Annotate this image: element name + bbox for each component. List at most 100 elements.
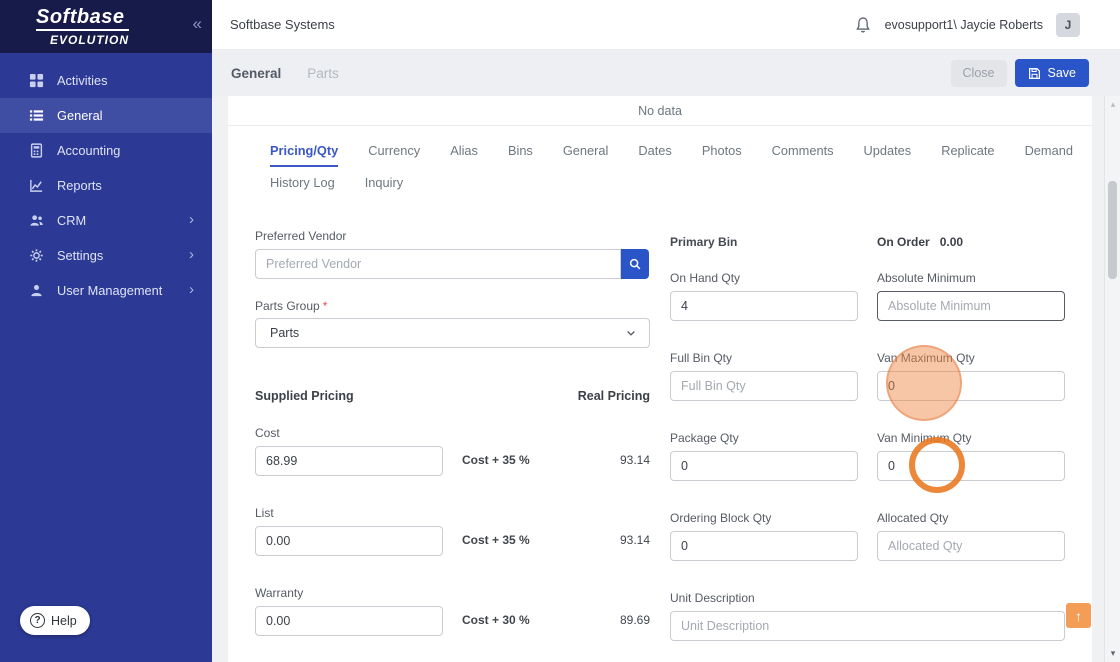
sidebar-item-activities[interactable]: Activities <box>0 63 212 98</box>
list-icon <box>28 108 44 124</box>
tab-history-log[interactable]: History Log <box>270 175 335 197</box>
scroll-to-top-button[interactable]: ↑ <box>1066 603 1091 628</box>
scrollbar-thumb[interactable] <box>1108 181 1117 279</box>
grid-icon <box>28 73 44 89</box>
allocated-qty-label: Allocated Qty <box>877 511 949 525</box>
warranty-real-value: 89.69 <box>619 613 650 627</box>
tab-comments[interactable]: Comments <box>772 143 834 167</box>
help-icon: ? <box>30 613 45 628</box>
sidebar-item-label: CRM <box>57 213 87 228</box>
sidebar-collapse-icon[interactable]: « <box>193 14 202 34</box>
logo-text-evolution: EVOLUTION <box>50 32 130 47</box>
sidebar-item-label: Accounting <box>57 143 121 158</box>
preferred-vendor-input[interactable] <box>255 249 621 279</box>
sidebar-item-label: User Management <box>57 283 163 298</box>
list-formula: Cost + 35 % <box>462 533 530 547</box>
detail-tabs-row1: Pricing/Qty Currency Alias Bins General … <box>270 143 1073 167</box>
window-tab-bar: General Parts Close Save <box>212 50 1120 96</box>
detail-tabs-row2: History Log Inquiry <box>270 175 403 197</box>
van-minimum-qty-input[interactable] <box>877 451 1065 481</box>
tab-replicate[interactable]: Replicate <box>941 143 994 167</box>
vendor-search-button[interactable] <box>621 249 649 279</box>
sidebar-item-accounting[interactable]: Accounting <box>0 133 212 168</box>
close-button[interactable]: Close <box>950 59 1007 87</box>
sidebar: Softbase EVOLUTION « Activities General <box>0 0 212 662</box>
tab-pricing-qty[interactable]: Pricing/Qty <box>270 143 339 167</box>
list-input[interactable] <box>255 526 443 556</box>
cost-formula: Cost + 35 % <box>462 453 530 467</box>
scrollbar-down-icon[interactable]: ▾ <box>1105 648 1120 659</box>
warranty-input[interactable] <box>255 606 443 636</box>
real-pricing-header: Real Pricing <box>577 389 650 403</box>
no-data-text: No data <box>638 103 682 118</box>
tab-inquiry[interactable]: Inquiry <box>365 175 403 197</box>
tab-dates[interactable]: Dates <box>638 143 671 167</box>
avatar[interactable]: J <box>1056 12 1080 37</box>
tab-demand[interactable]: Demand <box>1025 143 1073 167</box>
tab-parts[interactable]: Parts <box>307 66 339 81</box>
no-data-row: No data <box>228 96 1092 126</box>
sidebar-item-label: Reports <box>57 178 102 193</box>
logo: Softbase EVOLUTION « <box>0 0 212 53</box>
sidebar-menu: Activities General Accounting Reports CR… <box>0 63 212 308</box>
cost-input[interactable] <box>255 446 443 476</box>
tab-currency[interactable]: Currency <box>368 143 420 167</box>
sidebar-item-reports[interactable]: Reports <box>0 168 212 203</box>
topbar: Softbase Systems evosupport1\ Jaycie Rob… <box>212 0 1120 50</box>
tab-general-inner[interactable]: General <box>563 143 609 167</box>
sidebar-item-crm[interactable]: CRM › <box>0 203 212 238</box>
van-maximum-qty-label: Van Maximum Qty <box>877 351 975 365</box>
absolute-minimum-input[interactable] <box>877 291 1065 321</box>
save-button[interactable]: Save <box>1014 59 1089 87</box>
logo-text-softbase: Softbase <box>36 6 130 31</box>
supplied-pricing-header: Supplied Pricing <box>255 389 354 403</box>
help-label: Help <box>51 613 77 628</box>
unit-description-label: Unit Description <box>670 591 755 605</box>
tab-general[interactable]: General <box>231 66 281 81</box>
full-bin-qty-label: Full Bin Qty <box>670 351 733 365</box>
chevron-right-icon: › <box>189 280 194 298</box>
on-hand-qty-label: On Hand Qty <box>670 271 741 285</box>
sidebar-item-user-management[interactable]: User Management › <box>0 273 212 308</box>
calculator-icon <box>28 143 44 159</box>
notifications-bell-icon[interactable] <box>854 16 872 34</box>
cost-real-value: 93.14 <box>619 453 650 467</box>
user-icon <box>28 283 44 299</box>
list-label: List <box>255 506 274 520</box>
on-hand-qty-input[interactable] <box>670 291 858 321</box>
vertical-scrollbar[interactable]: ▴ ▾ <box>1104 96 1120 662</box>
tab-bins[interactable]: Bins <box>508 143 533 167</box>
parts-group-label: Parts Group * <box>255 299 328 313</box>
sidebar-item-label: General <box>57 108 103 123</box>
allocated-qty-input[interactable] <box>877 531 1065 561</box>
scrollbar-up-icon[interactable]: ▴ <box>1105 99 1120 110</box>
gear-icon <box>28 248 44 264</box>
full-bin-qty-input[interactable] <box>670 371 858 401</box>
chart-icon <box>28 178 44 194</box>
logged-in-user: evosupport1\ Jaycie Roberts <box>884 17 1043 32</box>
tab-alias[interactable]: Alias <box>450 143 478 167</box>
sidebar-item-general[interactable]: General <box>0 98 212 133</box>
tab-photos[interactable]: Photos <box>702 143 742 167</box>
parts-detail-card: No data Pricing/Qty Currency Alias Bins … <box>228 96 1092 662</box>
on-order-label: On Order <box>877 235 930 249</box>
sidebar-item-settings[interactable]: Settings › <box>0 238 212 273</box>
save-label: Save <box>1047 66 1077 80</box>
package-qty-label: Package Qty <box>670 431 739 445</box>
absolute-minimum-label: Absolute Minimum <box>877 271 976 285</box>
sidebar-item-label: Settings <box>57 248 104 263</box>
chevron-right-icon: › <box>189 210 194 228</box>
ordering-block-qty-label: Ordering Block Qty <box>670 511 772 525</box>
on-order-row: On Order 0.00 <box>877 235 963 249</box>
app-title: Softbase Systems <box>230 17 335 32</box>
unit-description-input[interactable] <box>670 611 1065 641</box>
users-icon <box>28 213 44 229</box>
warranty-label: Warranty <box>255 586 304 600</box>
tab-updates[interactable]: Updates <box>864 143 912 167</box>
cost-label: Cost <box>255 426 280 440</box>
ordering-block-qty-input[interactable] <box>670 531 858 561</box>
parts-group-select[interactable]: Parts <box>255 318 650 348</box>
van-maximum-qty-input[interactable] <box>877 371 1065 401</box>
package-qty-input[interactable] <box>670 451 858 481</box>
help-button[interactable]: ? Help <box>20 606 90 635</box>
